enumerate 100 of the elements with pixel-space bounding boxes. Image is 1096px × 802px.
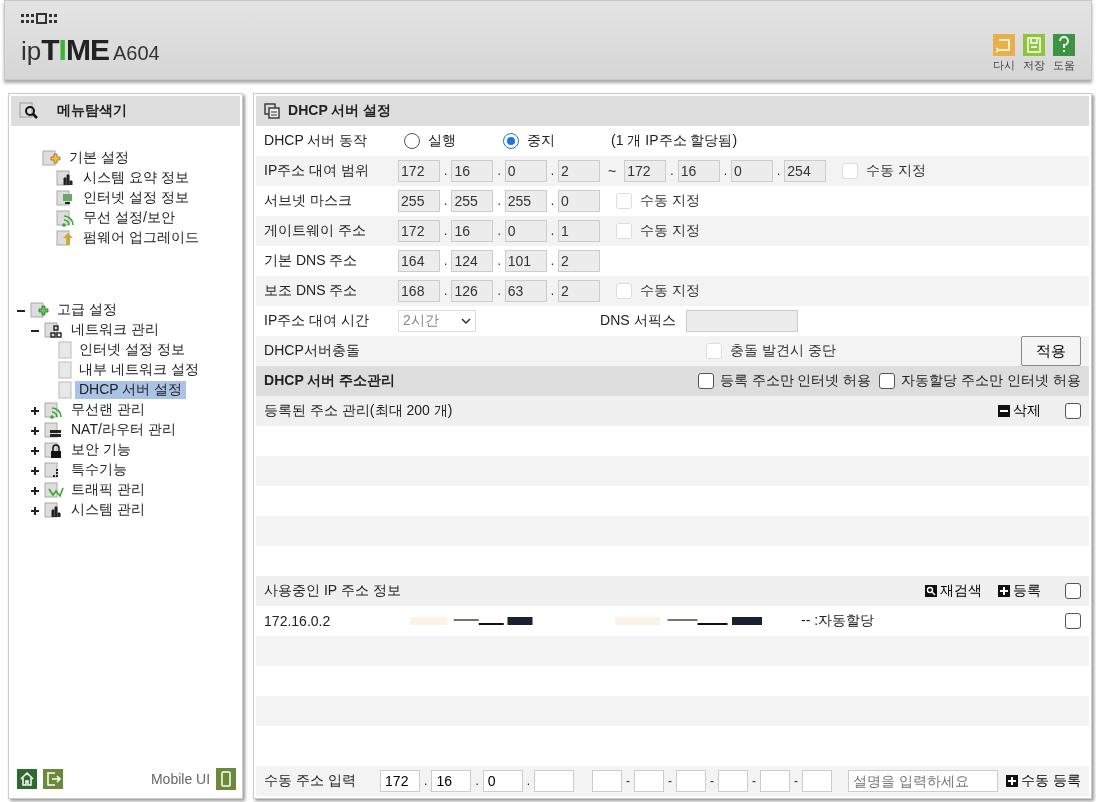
tree-item[interactable]: 고급 설정: [53, 301, 121, 319]
register-button[interactable]: 등록: [998, 582, 1041, 600]
mobile-ui-link[interactable]: Mobile UI: [150, 771, 211, 787]
checkbox-option[interactable]: 등록 주소만 인터넷 허용: [697, 372, 872, 390]
expand-icon[interactable]: [31, 446, 39, 455]
logout-icon[interactable]: [43, 769, 63, 789]
tree-item[interactable]: 내부 네트워크 설정: [75, 361, 203, 379]
ip-octet-field[interactable]: 0: [482, 770, 523, 792]
mac-octet-field[interactable]: [676, 770, 707, 792]
separator: .: [777, 164, 781, 178]
field-label: DNS 서픽스: [600, 312, 676, 330]
wireless-icon: [56, 209, 76, 227]
tree-item[interactable]: 트래픽 관리: [67, 481, 149, 499]
wireless-icon: [44, 401, 64, 419]
separator: .: [550, 224, 555, 238]
separator: .: [444, 254, 448, 268]
search-icon: [19, 102, 39, 120]
field-label: IP주소 대여 시간: [264, 312, 371, 330]
plus-icon: [998, 585, 1010, 597]
tree-item[interactable]: 무선 설정/보안: [79, 209, 179, 227]
separator: -: [752, 774, 757, 788]
status-note: (1 개 IP주소 할당됨): [611, 132, 738, 150]
ip-octet-field[interactable]: [534, 770, 575, 792]
ip-octet-field[interactable]: 172: [380, 770, 421, 792]
expand-icon[interactable]: [31, 466, 39, 475]
apply-button[interactable]: 적용: [1021, 336, 1081, 366]
help-icon: [1053, 34, 1075, 56]
select-all-checkbox[interactable]: [1065, 583, 1081, 599]
home-icon[interactable]: [17, 769, 37, 789]
ip-address: 172.16.0.2: [264, 613, 332, 629]
tree-item[interactable]: 인터넷 설정 정보: [75, 341, 189, 359]
phone-icon[interactable]: [216, 768, 237, 790]
tree-item[interactable]: NAT/라우터 관리: [67, 421, 180, 439]
tree-item[interactable]: 네트워크 관리: [67, 321, 163, 339]
tree-item[interactable]: 시스템 요약 정보: [79, 169, 193, 187]
field-label: IP주소 대여 범위: [264, 162, 371, 180]
select-all-checkbox[interactable]: [1065, 403, 1081, 419]
tree-item[interactable]: 펌웨어 업그레이드: [79, 229, 203, 247]
help-button[interactable]: 도움: [1053, 34, 1075, 73]
sidebar-title: 메뉴탐색기: [57, 102, 127, 120]
page-icon: [58, 381, 72, 399]
bar-chart-icon: [44, 501, 64, 519]
separator: .: [550, 254, 555, 268]
expand-icon[interactable]: [31, 406, 39, 415]
expand-icon[interactable]: [31, 486, 39, 495]
separator: .: [497, 224, 501, 238]
chevron-icon: [461, 318, 472, 324]
separator: .: [550, 284, 555, 298]
separator: .: [444, 224, 448, 238]
expand-icon[interactable]: [31, 506, 39, 515]
rescan-button[interactable]: 재검색: [925, 582, 982, 600]
separator: .: [526, 774, 531, 788]
tree-item[interactable]: 기본 설정: [65, 149, 133, 167]
radio-option[interactable]: 중지: [503, 132, 604, 150]
list-title: 사용중인 IP 주소 정보: [264, 582, 401, 600]
list-title: 등록된 주소 관리(최대 200 개): [264, 402, 453, 420]
range-separator: ~: [608, 163, 617, 179]
expand-icon[interactable]: [31, 426, 39, 435]
upload-icon: [56, 229, 76, 247]
row-checkbox[interactable]: [1065, 613, 1081, 629]
tree-item[interactable]: 인터넷 설정 정보: [79, 189, 193, 207]
radio-option[interactable]: 실행: [404, 132, 500, 150]
mac-octet-field[interactable]: [718, 770, 749, 792]
field-label: 기본 DNS 주소: [264, 252, 359, 270]
dns-suffix-field[interactable]: [685, 310, 798, 332]
separator: .: [444, 284, 448, 298]
save-button[interactable]: 저장: [1023, 34, 1045, 73]
folder-icon: [42, 149, 62, 167]
ip-octet-field[interactable]: 16: [431, 770, 472, 792]
mac-octet-field[interactable]: [760, 770, 791, 792]
separator: .: [497, 194, 501, 208]
separator: -: [710, 774, 715, 788]
tree-item[interactable]: 시스템 관리: [67, 501, 149, 519]
brand-logo: ipTIMEA604: [21, 33, 160, 67]
page-icon: [58, 361, 72, 379]
description-field[interactable]: 설명을 입력하세요: [848, 770, 999, 792]
plus-icon: [1006, 775, 1019, 787]
mac-octet-field[interactable]: [634, 770, 665, 792]
separator: .: [475, 774, 479, 788]
mac-octet-field[interactable]: [802, 770, 833, 792]
delete-button[interactable]: 삭제: [998, 402, 1041, 420]
separator: .: [550, 164, 555, 178]
field-label: 서브넷 마스크: [264, 192, 353, 210]
separator: .: [497, 164, 501, 178]
manual-register-button[interactable]: 수동 등록: [1006, 772, 1081, 790]
section-title: DHCP 서버 설정: [288, 102, 392, 120]
separator: .: [444, 194, 448, 208]
minus-icon: [998, 405, 1010, 417]
separator: .: [550, 194, 555, 208]
field-label: 보조 DNS 주소: [264, 282, 359, 300]
tree-item[interactable]: 보안 기능: [67, 441, 135, 459]
mac-octet-field[interactable]: [592, 770, 623, 792]
undo-button[interactable]: 다시: [993, 34, 1015, 73]
checkbox-option[interactable]: 자동할당 주소만 인터넷 허용: [879, 372, 1081, 390]
field-label: DHCP 서버 동작: [264, 132, 369, 150]
tree-item[interactable]: 무선랜 관리: [67, 401, 149, 419]
assignment-status: -- :자동할당: [801, 612, 875, 630]
tree-item[interactable]: DHCP 서버 설정: [75, 381, 187, 399]
tree-item[interactable]: 특수기능: [67, 461, 131, 479]
search-icon: [925, 585, 937, 597]
